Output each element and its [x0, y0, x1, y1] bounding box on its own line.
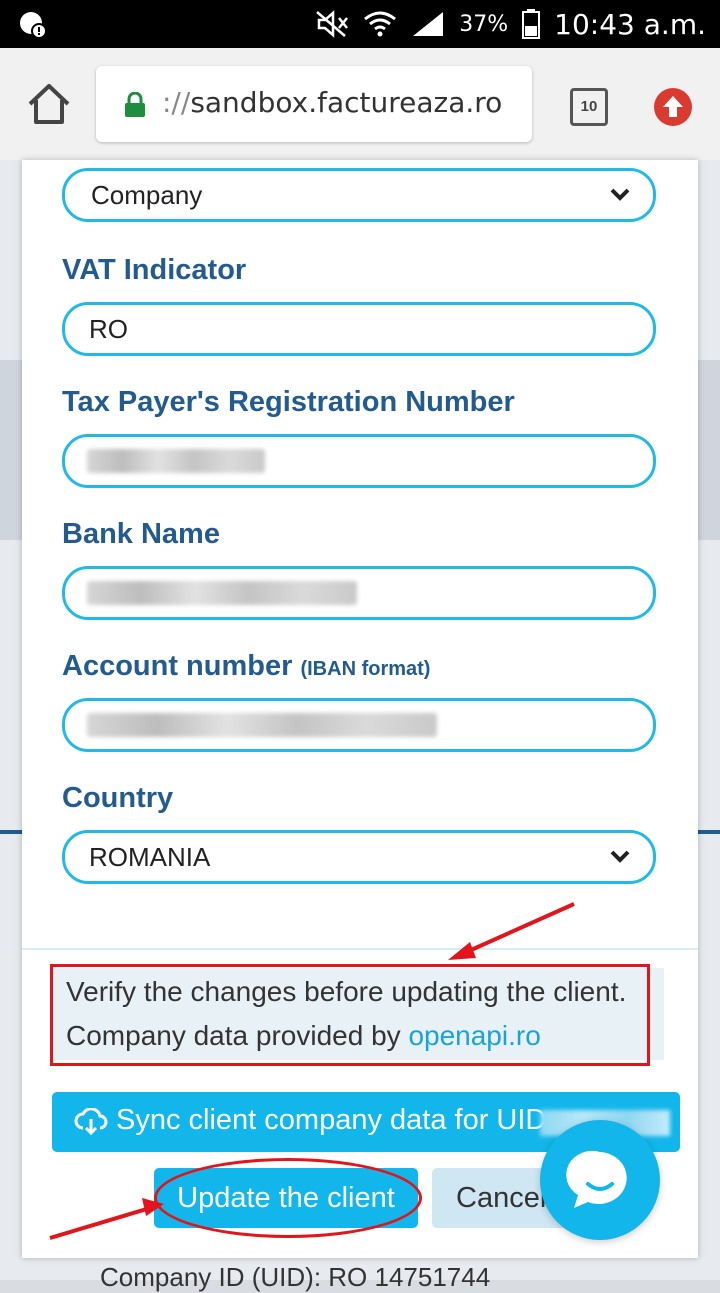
bank-label: Bank Name: [62, 518, 220, 550]
url-host: sandbox.factureaza.ro: [190, 86, 503, 119]
tab-switcher-button[interactable]: 10: [570, 88, 608, 126]
client-type-select[interactable]: Company: [62, 168, 656, 222]
chat-icon: [566, 1150, 627, 1208]
tax-id-input[interactable]: [62, 434, 656, 488]
notification-icon: [20, 12, 47, 39]
status-bar: 37% 10:43 a.m.: [0, 0, 720, 48]
sync-button-label: Sync client company data for UID: [116, 1104, 547, 1136]
account-label-suffix: (IBAN format): [300, 658, 431, 680]
cloud-download-icon: [74, 1108, 108, 1136]
browser-toolbar: ://sandbox.factureaza.ro 10: [0, 48, 720, 161]
redacted-bank-name: [87, 581, 357, 605]
background-company-id: Company ID (UID): RO 14751744: [100, 1262, 491, 1292]
vat-value: RO: [89, 314, 128, 344]
chat-widget-button[interactable]: [540, 1120, 660, 1240]
account-label-text: Account number: [62, 650, 293, 682]
lock-icon: [125, 92, 145, 117]
edit-client-modal: Company VAT Indicator RO Tax Payer's Reg…: [22, 160, 698, 1258]
address-bar[interactable]: ://sandbox.factureaza.ro: [96, 66, 532, 142]
redacted-tax-id: [87, 449, 265, 473]
country-label: Country: [62, 782, 174, 814]
clock: 10:43 a.m.: [554, 7, 706, 41]
annotation-highlight-box: [50, 964, 650, 1066]
vat-input[interactable]: RO: [62, 302, 656, 356]
country-select[interactable]: ROMANIA: [62, 830, 656, 884]
account-number-input[interactable]: [62, 698, 656, 752]
chevron-down-icon: [610, 850, 630, 863]
modal-divider: [22, 948, 698, 950]
update-icon[interactable]: [654, 88, 692, 126]
tax-id-label: Tax Payer's Registration Number: [62, 386, 515, 418]
account-label: Account number (IBAN format): [62, 650, 430, 683]
battery-icon: [522, 9, 541, 39]
battery-percent: 37%: [459, 11, 509, 37]
bank-name-input[interactable]: [62, 566, 656, 620]
url-scheme: ://: [162, 86, 191, 119]
url-text: ://sandbox.factureaza.ro: [162, 86, 502, 119]
annotation-highlight-ellipse: [154, 1158, 422, 1238]
client-type-value: Company: [91, 180, 203, 210]
home-icon[interactable]: [26, 82, 72, 126]
country-value: ROMANIA: [89, 842, 211, 872]
vat-label: VAT Indicator: [62, 254, 247, 286]
signal-icon: [413, 12, 444, 36]
chevron-down-icon: [610, 188, 630, 201]
redacted-account-number: [87, 713, 437, 737]
mute-icon: [316, 10, 349, 38]
wifi-icon: [364, 11, 397, 37]
